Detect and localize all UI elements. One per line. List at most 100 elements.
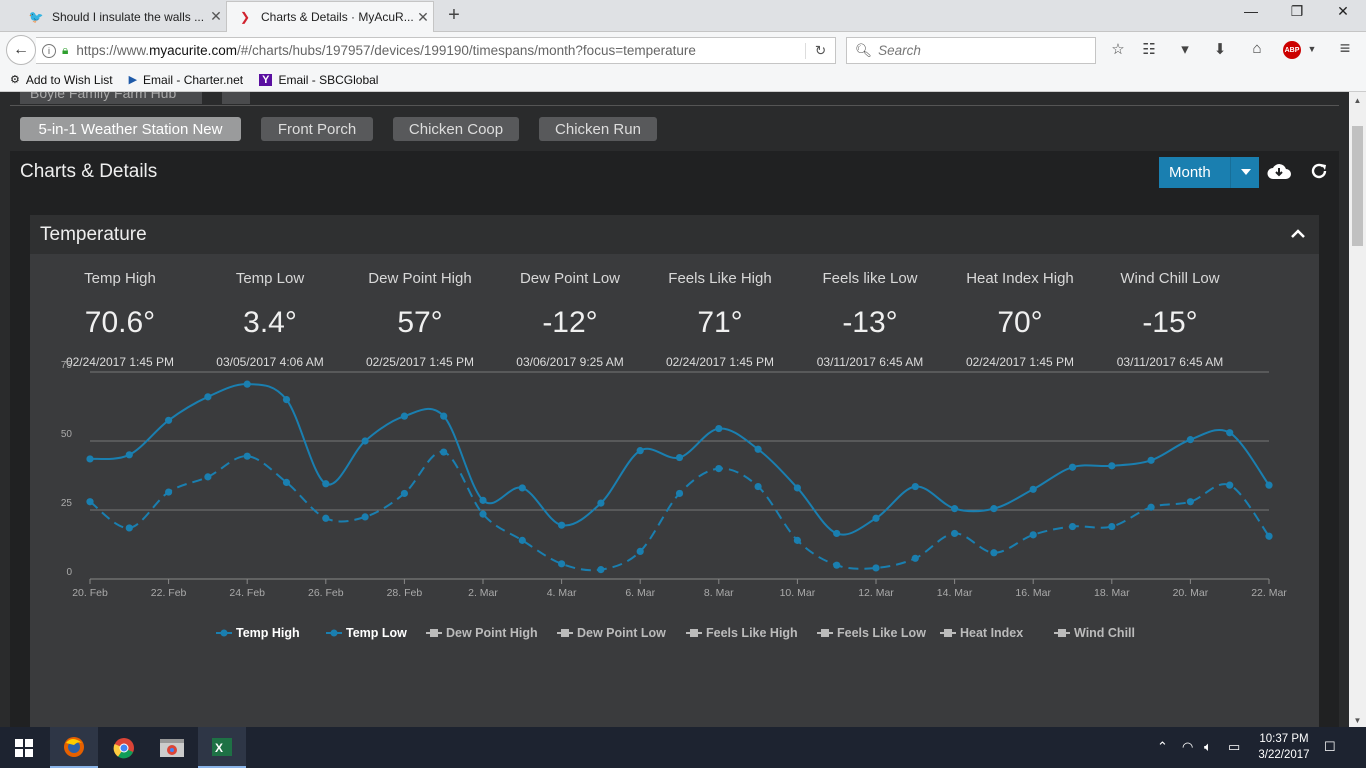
data-point-temp-high — [911, 482, 919, 491]
divider — [10, 105, 1339, 106]
arrow-left-icon: ← — [13, 41, 29, 58]
close-tab-icon[interactable]: ✕ — [206, 8, 226, 25]
legend-item[interactable]: Feels Like High — [706, 626, 798, 640]
x-tick-label: 14. Mar — [937, 587, 973, 599]
close-window-button[interactable]: ✕ — [1320, 3, 1366, 20]
tab-insulate-walls[interactable]: 🐦 Should I insulate the walls ... ✕ — [18, 1, 226, 32]
minimize-button[interactable]: — — [1228, 3, 1274, 19]
data-point-temp-high — [322, 480, 330, 488]
device-chicken-run[interactable]: Chicken Run — [539, 117, 657, 141]
cloud-download-icon[interactable] — [1266, 161, 1292, 183]
legend-item[interactable]: Dew Point Low — [577, 626, 666, 640]
url-bar[interactable]: i 🔒︎ https://www. myacurite.com/#/charts/… — [36, 37, 836, 64]
data-point-temp-high — [479, 496, 487, 504]
refresh-icon[interactable] — [1306, 161, 1332, 183]
close-tab-icon[interactable]: ✕ — [413, 9, 433, 26]
pocket-icon[interactable]: ▾ — [1174, 40, 1196, 60]
bookmark-email-charter[interactable]: ▶ Email - Charter.net — [129, 73, 244, 87]
chrome-icon[interactable] — [100, 727, 148, 768]
x-tick-label: 20. Mar — [1173, 587, 1209, 599]
reading-list-icon[interactable]: ☷ — [1138, 40, 1160, 60]
timespan-select[interactable]: Month — [1159, 157, 1259, 188]
notifications-icon[interactable]: ☐ — [1324, 739, 1336, 755]
firefox-icon[interactable] — [50, 727, 98, 768]
excel-icon[interactable]: X — [198, 727, 246, 768]
home-icon[interactable]: ⌂ — [1246, 40, 1268, 60]
y-tick-label: 0 — [66, 567, 72, 578]
data-point-temp-high — [872, 514, 880, 522]
back-button[interactable]: ← — [6, 35, 36, 65]
bookmark-email-sbcglobal[interactable]: Y Email - SBCGlobal — [259, 73, 378, 87]
url-host: myacurite.com — [149, 43, 237, 58]
new-tab-button[interactable]: + — [444, 4, 464, 27]
browser-tab-bar: 🐦 Should I insulate the walls ... ✕ ❯ Ch… — [0, 0, 1366, 32]
charts-details-panel: Charts & Details Month Temperature Temp … — [10, 151, 1339, 727]
x-tick-label: 4. Mar — [547, 587, 577, 599]
wifi-icon[interactable]: ◠ — [1182, 739, 1193, 755]
add-hub-tab[interactable] — [222, 92, 250, 104]
page-scrollbar[interactable]: ▲ ▼ — [1349, 92, 1366, 727]
battery-icon[interactable]: ▭ — [1228, 739, 1240, 755]
chevron-up-icon[interactable]: ⌃ — [1157, 739, 1168, 755]
reload-icon[interactable]: ↻ — [805, 42, 835, 59]
x-tick-label: 28. Feb — [387, 587, 423, 599]
legend-item[interactable]: Temp High — [236, 626, 300, 640]
legend-item[interactable]: Feels Like Low — [837, 626, 926, 640]
data-point-temp-low — [990, 549, 998, 557]
scroll-thumb[interactable] — [1352, 126, 1363, 246]
data-point-temp-low — [440, 448, 448, 456]
maximize-button[interactable]: ❐ — [1274, 3, 1320, 20]
volume-icon[interactable]: 🔈︎ — [1204, 739, 1212, 755]
data-point-temp-high — [440, 412, 448, 420]
device-front-porch[interactable]: Front Porch — [261, 117, 373, 141]
timespan-value: Month — [1169, 164, 1211, 181]
data-point-temp-low — [361, 513, 369, 521]
legend-marker-dot — [944, 629, 952, 637]
legend-marker-dot — [220, 629, 228, 637]
data-point-temp-low — [833, 561, 841, 569]
legend-item[interactable]: Dew Point High — [446, 626, 538, 640]
data-point-temp-low — [1226, 481, 1234, 489]
chevron-down-icon — [1241, 169, 1251, 175]
search-placeholder: Search — [878, 43, 921, 58]
x-tick-label: 12. Mar — [858, 587, 894, 599]
system-clock[interactable]: 10:37 PM 3/22/2017 — [1252, 731, 1316, 763]
chevron-down-icon[interactable]: ▼ — [1301, 44, 1323, 64]
data-point-temp-low — [243, 452, 251, 460]
data-point-temp-high — [990, 505, 998, 513]
data-point-temp-high — [1108, 462, 1116, 470]
x-tick-label: 26. Feb — [308, 587, 344, 599]
device-chicken-coop[interactable]: Chicken Coop — [393, 117, 519, 141]
data-point-temp-high — [636, 447, 644, 455]
chrome-app-icon[interactable] — [148, 727, 196, 768]
info-icon[interactable]: i — [42, 43, 56, 58]
hub-tab[interactable]: Boyle Family Farm Hub — [20, 92, 202, 104]
legend-marker-dot — [1058, 629, 1066, 637]
data-point-temp-low — [479, 510, 487, 518]
data-point-temp-high — [1068, 463, 1077, 471]
scroll-down-icon[interactable]: ▼ — [1349, 716, 1366, 725]
data-point-temp-low — [86, 498, 94, 506]
data-point-temp-high — [1265, 481, 1273, 489]
data-point-temp-low — [1147, 503, 1155, 511]
legend-item[interactable]: Heat Index — [960, 626, 1023, 640]
device-5in1-weather-station[interactable]: 5-in-1 Weather Station New — [20, 117, 241, 141]
x-tick-label: 10. Mar — [780, 587, 816, 599]
x-tick-label: 18. Mar — [1094, 587, 1130, 599]
data-point-temp-low — [204, 473, 212, 481]
scroll-up-icon[interactable]: ▲ — [1349, 96, 1366, 105]
adblock-icon[interactable]: ABP — [1283, 41, 1301, 59]
bookmark-star-icon[interactable]: ☆ — [1107, 40, 1129, 60]
legend-item[interactable]: Temp Low — [346, 626, 407, 640]
download-icon[interactable]: ⬇ — [1209, 40, 1231, 60]
bookmark-add-to-wish-list[interactable]: ⚙ Add to Wish List — [10, 73, 113, 87]
data-point-temp-low — [675, 489, 684, 498]
menu-icon[interactable]: ≡ — [1334, 38, 1356, 58]
legend-item[interactable]: Wind Chill — [1074, 626, 1135, 640]
tab-charts-details[interactable]: ❯ Charts & Details · MyAcuR... ✕ — [226, 1, 434, 32]
search-input[interactable]: 🔍︎ Search — [846, 37, 1096, 64]
acurite-icon: ❯ — [239, 10, 251, 24]
temperature-chart[interactable]: 0 25 50 75 20. Feb 22. Feb 24. Feb 26. Feb 28. F… — [30, 215, 1319, 727]
data-point-temp-high — [558, 521, 566, 529]
windows-start-icon[interactable] — [0, 727, 48, 768]
